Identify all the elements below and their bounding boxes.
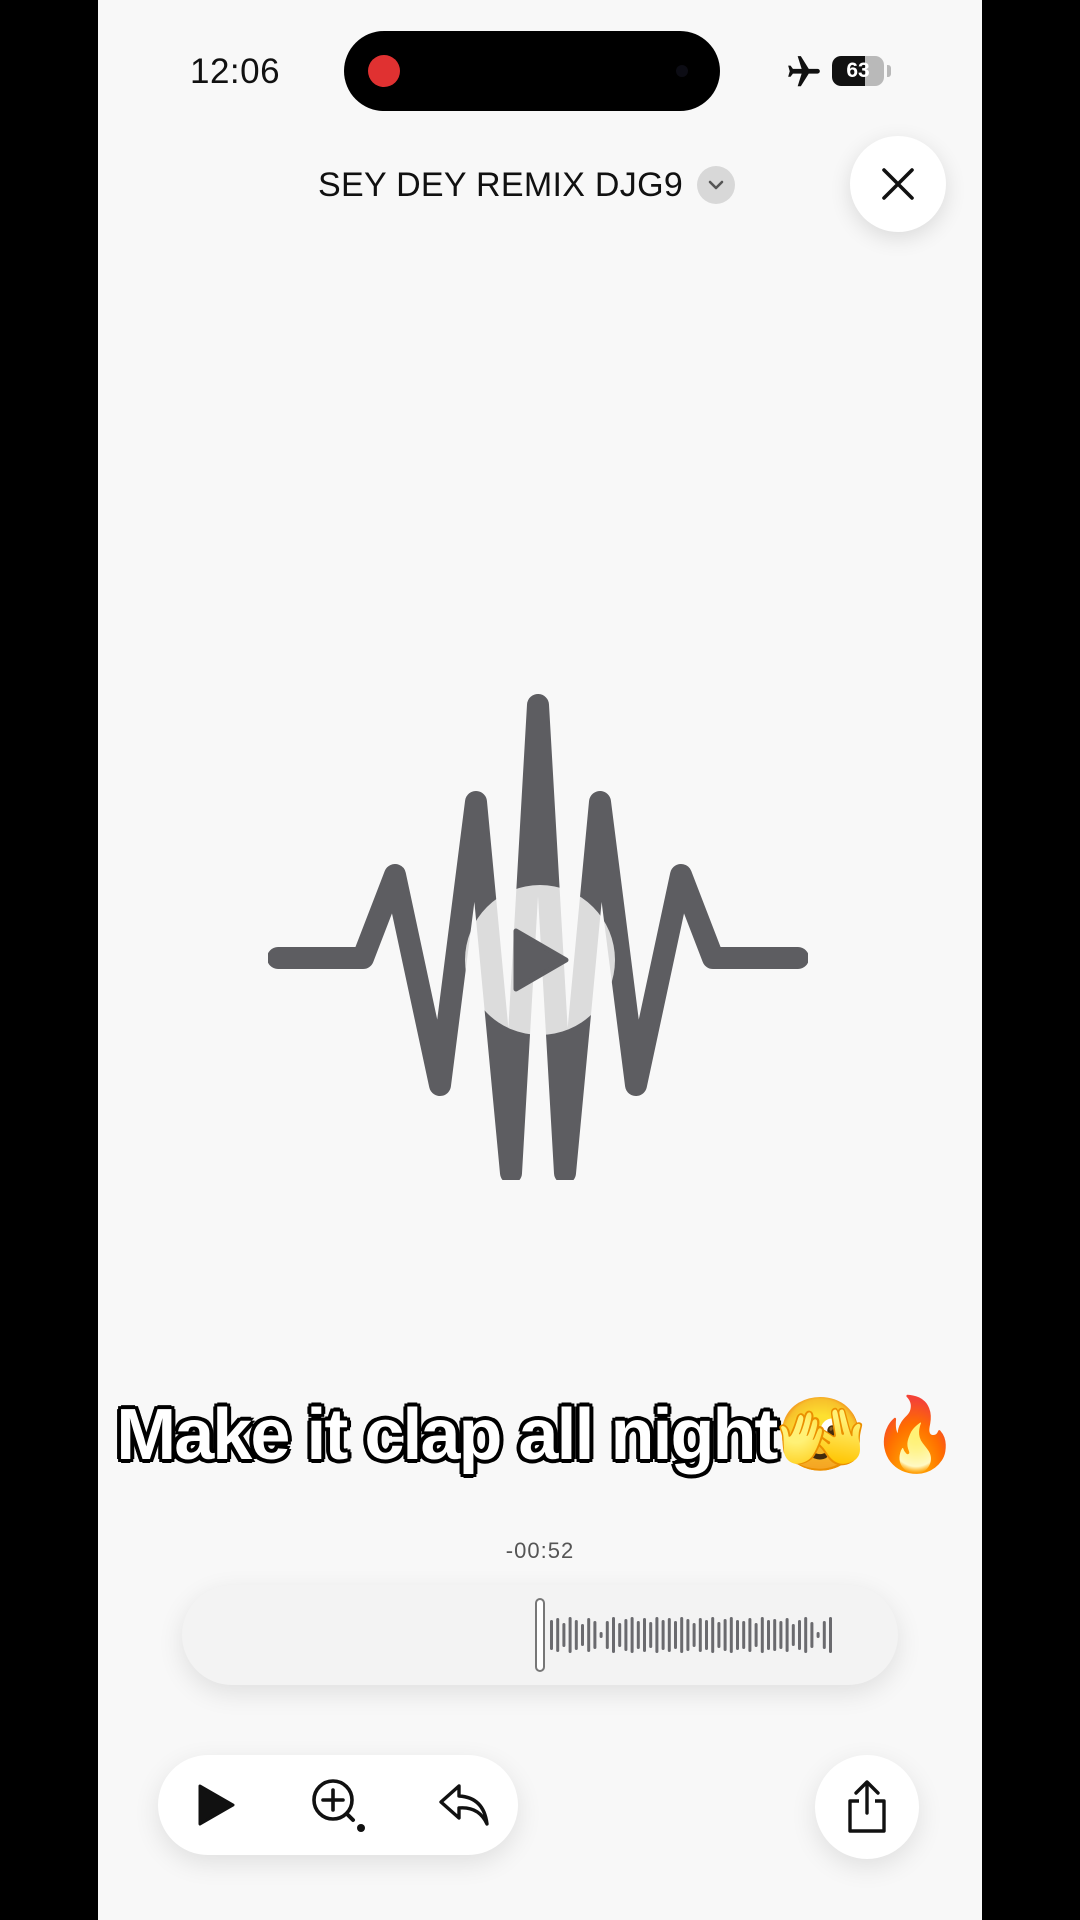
waveform-bar	[705, 1620, 708, 1650]
recording-indicator-icon	[368, 55, 400, 87]
battery-nub	[887, 65, 891, 77]
waveform-bar	[754, 1623, 758, 1647]
waveform-bar	[717, 1622, 721, 1648]
waveform-bar	[568, 1617, 572, 1653]
waveform-bar	[612, 1617, 615, 1653]
camera-dot	[676, 65, 688, 77]
waveform-bar	[804, 1617, 808, 1653]
waveform-bar	[667, 1618, 671, 1652]
waveform-bar	[562, 1623, 566, 1647]
play-icon	[513, 928, 569, 992]
caption-emoji: 🫣🔥	[776, 1395, 964, 1475]
play-button[interactable]	[184, 1773, 248, 1837]
zoom-in-icon	[312, 1779, 365, 1832]
waveform-bar	[729, 1617, 733, 1653]
waveform-bar	[593, 1621, 597, 1649]
chevron-down-icon[interactable]	[697, 166, 736, 204]
waveform-bar	[785, 1618, 789, 1652]
waveform-bar	[655, 1617, 659, 1653]
battery-icon: 63	[832, 56, 884, 86]
zoom-in-button[interactable]	[306, 1773, 370, 1837]
waveform-bar	[810, 1622, 814, 1648]
waveform-bar	[680, 1617, 684, 1653]
waveform-bar	[674, 1621, 677, 1649]
waveform-bar	[791, 1624, 795, 1646]
play-overlay-button[interactable]	[465, 885, 615, 1035]
waveform-bar	[599, 1632, 603, 1638]
waveform-bar	[686, 1619, 690, 1651]
waveform-bar	[779, 1621, 783, 1649]
playhead-handle[interactable]	[535, 1598, 545, 1672]
waveform-bar	[798, 1620, 801, 1650]
waveform-bar	[624, 1619, 628, 1651]
waveform-bar	[643, 1618, 646, 1652]
waveform-bar	[618, 1623, 622, 1647]
waveform-bar	[698, 1618, 702, 1652]
caption-text: Make it clap all night	[116, 1395, 778, 1475]
waveform-bar	[550, 1620, 553, 1650]
waveform-bar	[587, 1618, 591, 1652]
status-bar: 12:06 63	[98, 0, 982, 140]
dynamic-island	[344, 31, 720, 111]
share-icon	[848, 1780, 886, 1833]
waveform-bar	[661, 1620, 665, 1650]
waveform-bar	[736, 1620, 739, 1650]
waveform-bar	[605, 1621, 609, 1649]
playback-controls	[158, 1755, 518, 1855]
reply-button[interactable]	[432, 1773, 496, 1837]
caption-overlay: Make it clap all night🫣🔥	[98, 1392, 982, 1477]
battery-level: 63	[846, 59, 870, 82]
waveform-bar	[649, 1622, 653, 1648]
play-icon	[198, 1784, 235, 1826]
title-dropdown[interactable]: SEY DEY REMIX DJG9	[318, 160, 736, 210]
waveform-bar	[816, 1632, 820, 1638]
waveform-bar	[574, 1620, 578, 1650]
waveform-bar	[630, 1617, 634, 1653]
waveform-bar	[760, 1617, 764, 1653]
voice-memo-screen: 12:06 63 SEY DEY REMIX DJG9 Make it clap…	[98, 0, 982, 1920]
waveform-bar	[829, 1617, 832, 1653]
waveform-bar	[692, 1623, 696, 1647]
recording-title: SEY DEY REMIX DJG9	[318, 165, 684, 204]
status-time: 12:06	[190, 52, 281, 91]
waveform-bar	[581, 1624, 584, 1646]
share-button[interactable]	[815, 1755, 919, 1859]
airplane-mode-icon	[788, 56, 820, 87]
waveform-bar	[636, 1621, 640, 1649]
waveform-bar	[711, 1617, 715, 1653]
time-remaining: -00:52	[505, 1538, 575, 1563]
waveform-scrubber[interactable]	[182, 1585, 898, 1685]
waveform-bar	[822, 1621, 826, 1649]
reply-icon	[439, 1784, 489, 1826]
waveform-bar	[556, 1618, 560, 1652]
waveform-bar	[742, 1621, 746, 1649]
waveform-bars	[535, 1598, 832, 1672]
waveform-bar	[748, 1618, 752, 1652]
waveform-bar	[773, 1619, 777, 1651]
waveform-bar	[767, 1620, 770, 1650]
close-button[interactable]	[850, 136, 946, 232]
waveform-bar	[723, 1619, 727, 1651]
close-icon	[882, 168, 914, 200]
